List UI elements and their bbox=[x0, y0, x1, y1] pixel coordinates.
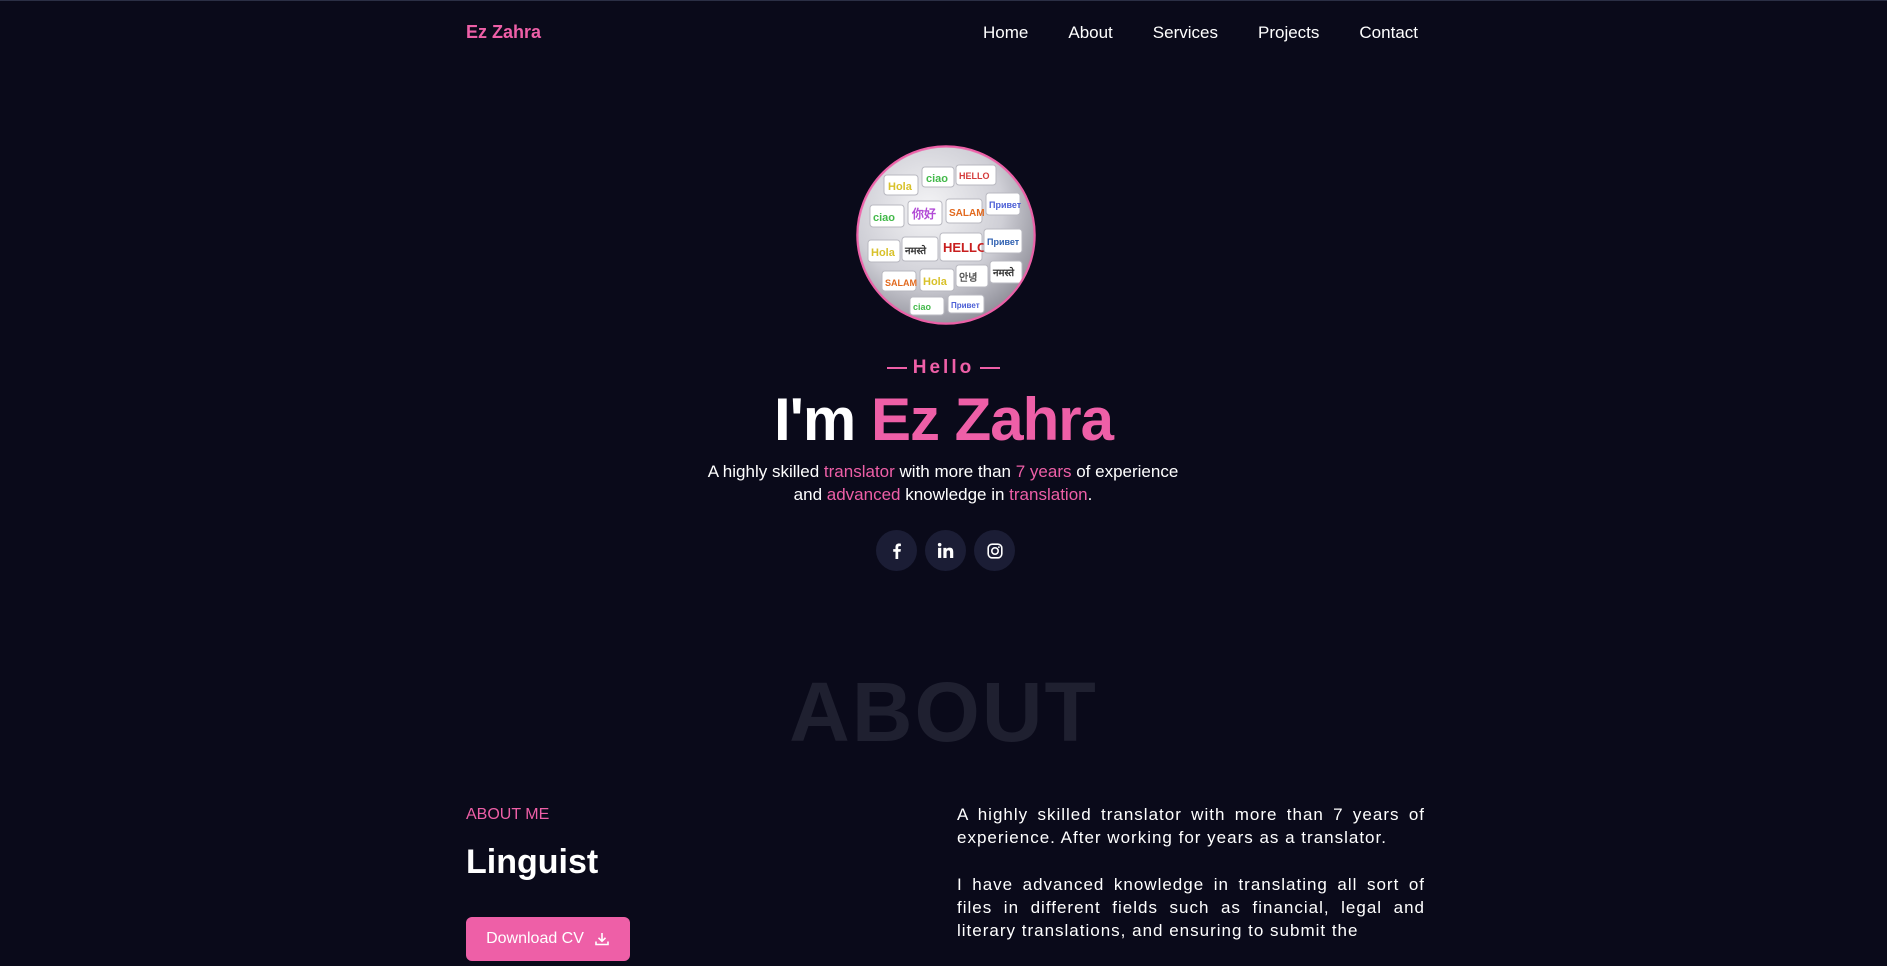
nav-services[interactable]: Services bbox=[1153, 23, 1218, 43]
tagline-text-2: with more than bbox=[894, 462, 1016, 481]
tagline-highlight-advanced: advanced bbox=[826, 485, 901, 504]
instagram-link[interactable] bbox=[974, 530, 1015, 571]
svg-text:ciao: ciao bbox=[873, 212, 895, 224]
svg-text:ciao: ciao bbox=[926, 173, 948, 185]
linkedin-icon bbox=[937, 542, 954, 558]
svg-text:नमस्ते: नमस्ते bbox=[992, 266, 1015, 279]
nav-menu: Home About Services Projects Contact bbox=[983, 23, 1418, 43]
svg-text:ciao: ciao bbox=[913, 302, 932, 312]
download-cv-label: Download CV bbox=[486, 930, 584, 947]
svg-text:你好: 你好 bbox=[911, 206, 936, 221]
svg-text:HELLO: HELLO bbox=[943, 240, 987, 255]
nav-home[interactable]: Home bbox=[983, 23, 1028, 43]
download-cv-button[interactable]: Download CV bbox=[466, 917, 630, 961]
hero-tagline: A highly skilled translator with more th… bbox=[693, 460, 1193, 506]
tagline-text-5: . bbox=[1087, 485, 1093, 504]
tagline-highlight-translation: translation bbox=[1009, 485, 1088, 504]
svg-text:Привет: Привет bbox=[989, 200, 1022, 210]
svg-text:SALAM: SALAM bbox=[949, 208, 985, 219]
about-title: Linguist bbox=[466, 843, 599, 881]
about-description: A highly skilled translator with more th… bbox=[957, 803, 1425, 966]
social-links bbox=[876, 530, 1015, 571]
svg-text:Hola: Hola bbox=[923, 276, 948, 288]
download-icon bbox=[595, 933, 609, 946]
headline-name: Ez Zahra bbox=[870, 386, 1114, 453]
svg-text:SALAM: SALAM bbox=[885, 278, 917, 288]
about-watermark: ABOUT bbox=[789, 665, 1098, 759]
nav-about[interactable]: About bbox=[1068, 23, 1112, 43]
svg-text:Hola: Hola bbox=[888, 181, 913, 193]
linkedin-link[interactable] bbox=[925, 530, 966, 571]
about-paragraph-1: A highly skilled translator with more th… bbox=[957, 805, 1425, 847]
headline-prefix: I'm bbox=[773, 386, 871, 453]
svg-text:Привет: Привет bbox=[987, 237, 1020, 247]
hero-greeting: Hello bbox=[0, 357, 1887, 379]
tagline-text-1: A highly skilled bbox=[707, 462, 824, 481]
svg-text:नमस्ते: नमस्ते bbox=[904, 244, 927, 257]
nav-projects[interactable]: Projects bbox=[1258, 23, 1319, 43]
svg-text:Привет: Привет bbox=[951, 301, 980, 310]
svg-text:HELLO: HELLO bbox=[959, 171, 990, 181]
hero-headline: I'm Ez Zahra bbox=[0, 384, 1887, 456]
facebook-link[interactable] bbox=[876, 530, 917, 571]
about-paragraph-2: I have advanced knowledge in translating… bbox=[957, 875, 1425, 940]
svg-text:Hola: Hola bbox=[871, 247, 896, 259]
about-kicker: ABOUT ME bbox=[466, 806, 550, 823]
tagline-text-4: knowledge in bbox=[900, 485, 1010, 504]
navbar: Ez Zahra Home About Services Projects Co… bbox=[0, 0, 1887, 68]
tagline-highlight-translator: translator bbox=[823, 462, 895, 481]
language-globe-image: Hola ciao HELLO ciao 你好 SALAM Привет Hol… bbox=[856, 145, 1036, 325]
tagline-highlight-years: 7 years bbox=[1015, 462, 1072, 481]
facebook-icon bbox=[892, 543, 901, 559]
greeting-dash-right bbox=[980, 366, 1001, 369]
nav-contact[interactable]: Contact bbox=[1359, 23, 1418, 43]
brand-logo[interactable]: Ez Zahra bbox=[466, 22, 541, 43]
greeting-text: Hello bbox=[912, 357, 975, 378]
instagram-icon bbox=[986, 542, 1003, 559]
greeting-dash-left bbox=[886, 366, 907, 369]
svg-text:안녕: 안녕 bbox=[959, 271, 977, 284]
